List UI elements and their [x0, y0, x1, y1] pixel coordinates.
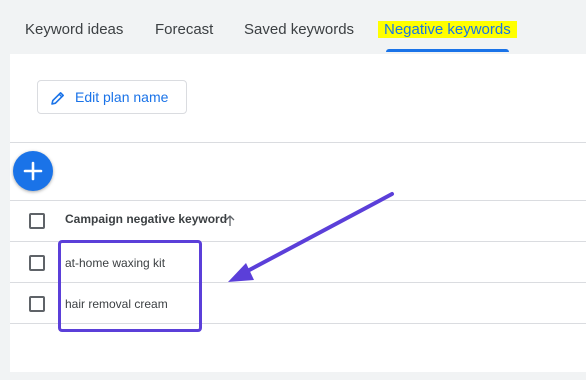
divider: [10, 241, 586, 242]
tab-forecast[interactable]: Forecast: [155, 19, 213, 41]
tab-negative-keywords[interactable]: Negative keywords: [378, 19, 517, 41]
edit-plan-name-button[interactable]: Edit plan name: [37, 80, 187, 114]
column-header-campaign-negative-keyword[interactable]: Campaign negative keyword: [65, 212, 227, 226]
add-negative-keyword-button[interactable]: [13, 151, 53, 191]
tab-saved-keywords[interactable]: Saved keywords: [244, 19, 354, 41]
tab-negative-keywords-label: Negative keywords: [378, 21, 517, 38]
table-row-keyword: at-home waxing kit: [65, 256, 166, 270]
divider: [10, 282, 586, 283]
divider: [10, 323, 586, 324]
plus-icon: [23, 161, 43, 181]
row-checkbox[interactable]: [29, 296, 45, 312]
pencil-icon: [50, 90, 66, 106]
active-tab-indicator: [386, 49, 509, 52]
select-all-checkbox[interactable]: [29, 213, 45, 229]
table-row-keyword: hair removal cream: [65, 297, 168, 311]
row-checkbox[interactable]: [29, 255, 45, 271]
edit-plan-name-label: Edit plan name: [75, 89, 169, 105]
divider: [10, 200, 586, 201]
tab-keyword-ideas[interactable]: Keyword ideas: [25, 19, 123, 41]
divider: [10, 142, 586, 143]
arrow-up-icon[interactable]: [224, 214, 236, 227]
tab-bar: Keyword ideas Forecast Saved keywords Ne…: [0, 0, 586, 54]
